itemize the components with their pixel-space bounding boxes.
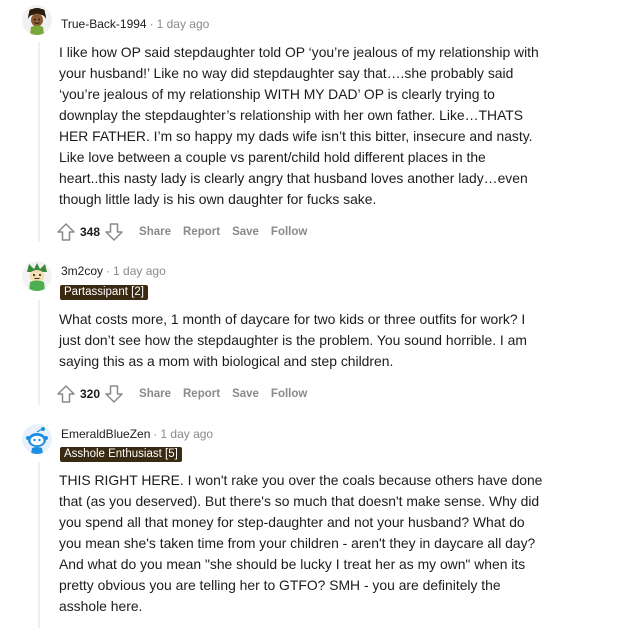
avatar-image [22, 424, 52, 454]
separator-dot: · [153, 427, 158, 441]
comment-line: that (as you deserved). But there's so m… [59, 493, 540, 509]
comment-line: you mean she's taken time from your chil… [59, 535, 536, 551]
user-flair: Asshole Enthusiast [5] [60, 447, 182, 462]
comment: EmeraldBlueZen · 1 day ago Asshole Enthusi… [0, 0, 632, 628]
comment-line: asshole here. [59, 598, 143, 614]
comment-meta: EmeraldBlueZen · 1 day ago [61, 427, 213, 441]
username[interactable]: EmeraldBlueZen [61, 427, 150, 441]
avatar[interactable] [22, 424, 52, 454]
comment-line: And what do you mean "she should be luck… [59, 556, 526, 572]
comment-line: THIS RIGHT HERE. I won't rake you over t… [59, 472, 543, 488]
comment-line: you spend all that money for step-daught… [59, 514, 525, 530]
comment-line: pretty obvious you are telling her to GT… [59, 577, 501, 593]
comment-body: THIS RIGHT HERE. I won't rake you over t… [59, 470, 579, 617]
timestamp[interactable]: 1 day ago [160, 427, 213, 441]
